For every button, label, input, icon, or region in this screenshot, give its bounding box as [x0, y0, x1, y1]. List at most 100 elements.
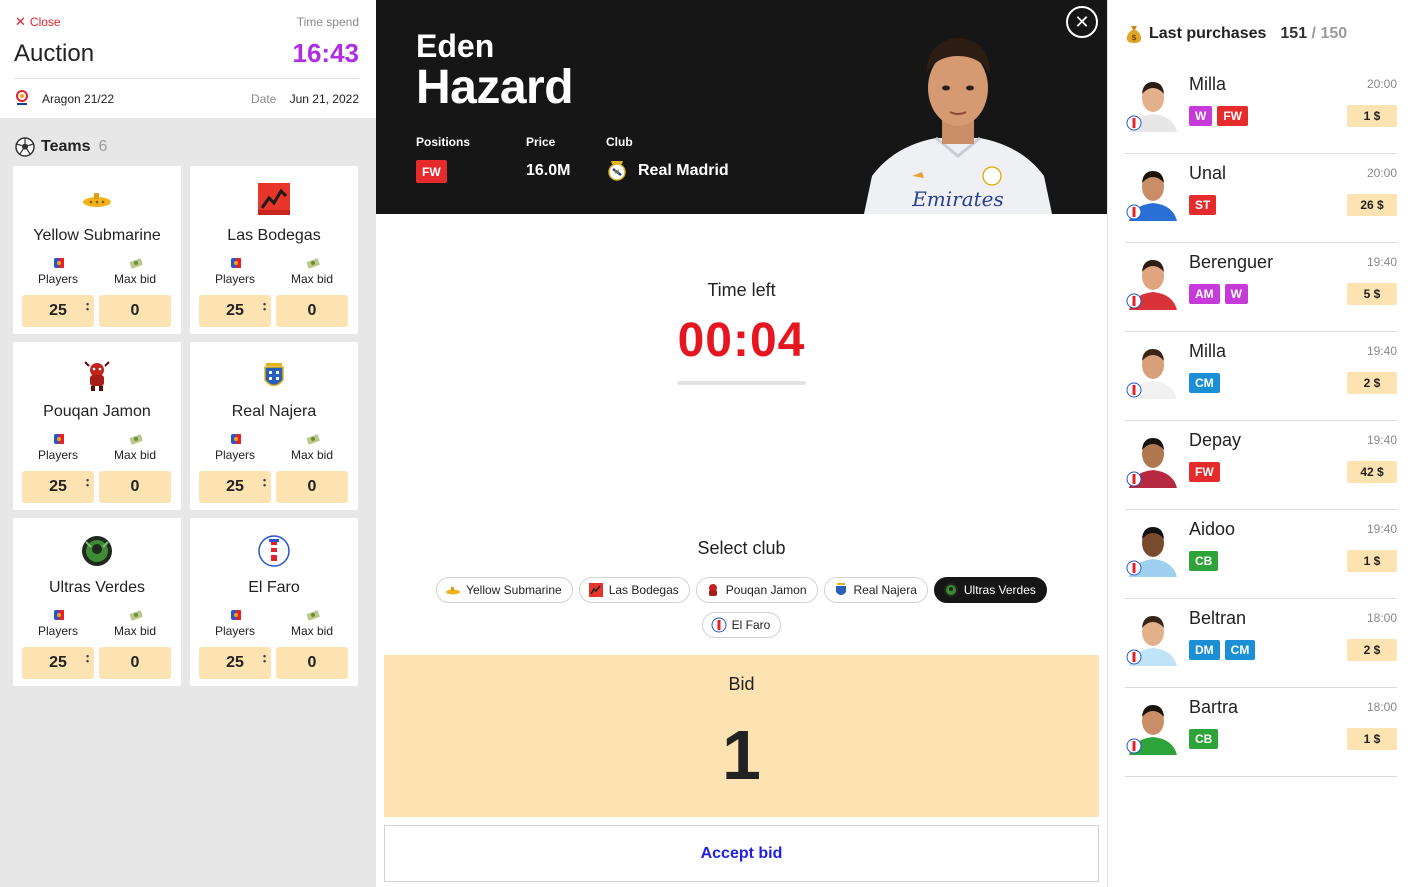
more-options-icon[interactable]: • •: [86, 652, 89, 666]
more-options-icon[interactable]: • •: [263, 300, 266, 314]
close-button[interactable]: ✕ Close: [15, 14, 61, 30]
max-bid-number: 0: [130, 654, 140, 671]
club-chip-las-bodegas[interactable]: Las Bodegas: [578, 577, 690, 603]
max-bid-value: 0: [99, 647, 171, 679]
divider: [14, 78, 359, 79]
money-icon: [129, 434, 143, 445]
chip-label: El Faro: [731, 618, 771, 632]
players-value: 25: [226, 654, 244, 671]
purchase-time: 19:40: [1366, 255, 1397, 269]
player-avatar: [1126, 438, 1177, 488]
max-bid-label: Max bid: [113, 272, 157, 286]
club-chip-pouqan-jamon[interactable]: Pouqan Jamon: [695, 577, 818, 603]
club-value: Real Madrid: [638, 162, 729, 179]
player-name: Depay: [1189, 430, 1242, 450]
players-count: 25 • •: [199, 295, 271, 327]
purchase-row[interactable]: Unal 20:00 ST 26 $: [1125, 154, 1397, 243]
price-value: 16.0M: [526, 162, 571, 179]
team-card[interactable]: El Faro Players Max bid 25 • • 0: [190, 518, 358, 686]
more-options-icon[interactable]: • •: [86, 476, 89, 490]
teams-count: 6: [98, 138, 108, 155]
player-avatar: [1126, 616, 1177, 666]
time-spend-value: 16:43: [292, 38, 360, 68]
close-icon: ✕: [15, 14, 26, 29]
league-name: Aragon 21/22: [42, 92, 115, 106]
page-title: Auction: [14, 40, 95, 67]
max-bid-value: 0: [99, 295, 171, 327]
purchase-price: 1 $: [1347, 728, 1397, 750]
bid-panel: Bid 1: [384, 655, 1099, 817]
purchase-row[interactable]: Milla 20:00 W FW 1 $: [1125, 65, 1397, 154]
money-bag-icon: $: [1126, 26, 1142, 43]
players-count: 25 • •: [199, 647, 271, 679]
purchase-time: 19:40: [1366, 522, 1397, 536]
accept-bid-button[interactable]: Accept bid: [384, 825, 1099, 882]
pouqan-jamon-logo-icon: [13, 358, 181, 392]
real-najera-logo-icon: [835, 583, 846, 595]
player-avatar: [1126, 527, 1177, 577]
player-photo: Emirates: [864, 38, 1052, 214]
purchase-price: 1 $: [1347, 105, 1397, 127]
position-badges: CB: [1189, 729, 1219, 749]
close-icon[interactable]: ✕: [1066, 6, 1098, 38]
player-avatar: [1126, 171, 1177, 221]
player-avatar: [1126, 349, 1177, 399]
team-name: Yellow Submarine: [33, 227, 161, 244]
position-badge: ST: [1189, 195, 1217, 215]
position-badge: CB: [1189, 729, 1219, 749]
players-label: Players: [214, 272, 255, 286]
price-label: Price: [526, 135, 556, 149]
club-chip-ultras-verdes[interactable]: Ultras Verdes: [933, 577, 1047, 603]
position-badges: W FW: [1189, 106, 1248, 126]
purchase-price: 1 $: [1347, 550, 1397, 572]
players-value: 25: [49, 302, 67, 319]
players-label: Players: [214, 448, 255, 462]
players-count: 25 • •: [199, 471, 271, 503]
time-left-label: Time left: [707, 280, 776, 300]
purchase-time: 19:40: [1366, 344, 1397, 358]
team-card[interactable]: Ultras Verdes Players Max bid 25 • • 0: [13, 518, 181, 686]
club-chip-el-faro[interactable]: El Faro: [701, 612, 782, 638]
team-name: Las Bodegas: [227, 227, 321, 244]
position-badge: CM: [1189, 373, 1220, 393]
players-icon: [54, 610, 64, 620]
last-purchases-panel: $ Last purchases 151 / 150 Milla 20:00 W FW…: [1107, 0, 1410, 887]
real-madrid-crest-icon: M: [608, 161, 626, 181]
purchase-row[interactable]: Aidoo 19:40 CB 1 $: [1125, 510, 1397, 599]
max-bid-value: 0: [99, 471, 171, 503]
club-chip-yellow-submarine[interactable]: Yellow Submarine: [436, 577, 573, 603]
purchase-row[interactable]: Milla 19:40 CM 2 $: [1125, 332, 1397, 421]
ultras-verdes-logo-icon: [943, 583, 958, 597]
money-icon: [306, 610, 320, 621]
players-value: 25: [49, 654, 67, 671]
auction-panel: Eden Hazard Positions Price Club FW 16.0…: [376, 0, 1107, 887]
purchase-row[interactable]: Bartra 18:00 CB 1 $: [1125, 688, 1397, 777]
money-icon: [306, 434, 320, 445]
players-label: Players: [37, 272, 78, 286]
bid-value: 1: [722, 716, 761, 794]
purchase-row[interactable]: Depay 19:40 FW 42 $: [1125, 421, 1397, 510]
max-bid-number: 0: [307, 478, 317, 495]
more-options-icon[interactable]: • •: [263, 652, 266, 666]
purchase-price: 2 $: [1347, 639, 1397, 661]
purchase-time: 18:00: [1366, 611, 1397, 625]
purchase-row[interactable]: Berenguer 19:40 AM W 5 $: [1125, 243, 1397, 332]
club-chip-real-najera[interactable]: Real Najera: [823, 577, 928, 603]
more-options-icon[interactable]: • •: [263, 476, 266, 490]
player-hero: Eden Hazard Positions Price Club FW 16.0…: [376, 0, 1107, 214]
player-name: Unal: [1189, 163, 1227, 183]
purchase-row[interactable]: Beltran 18:00 DM CM 2 $: [1125, 599, 1397, 688]
position-badge: DM: [1189, 640, 1220, 660]
team-card[interactable]: Las Bodegas Players Max bid 25 • • 0: [190, 166, 358, 334]
money-icon: [129, 258, 143, 269]
team-card[interactable]: Real Najera Players Max bid 25 • • 0: [190, 342, 358, 510]
yellow-submarine-logo-icon: [446, 587, 461, 595]
purchase-price: 2 $: [1347, 372, 1397, 394]
team-card[interactable]: Yellow Submarine Players Max bid 25 • • 0: [13, 166, 181, 334]
purchase-time: 20:00: [1366, 166, 1397, 180]
player-avatar: [1126, 705, 1177, 755]
player-avatar: [1126, 82, 1177, 132]
select-club-label: Select club: [697, 538, 786, 558]
team-card[interactable]: Pouqan Jamon Players Max bid 25 • • 0: [13, 342, 181, 510]
more-options-icon[interactable]: • •: [86, 300, 89, 314]
